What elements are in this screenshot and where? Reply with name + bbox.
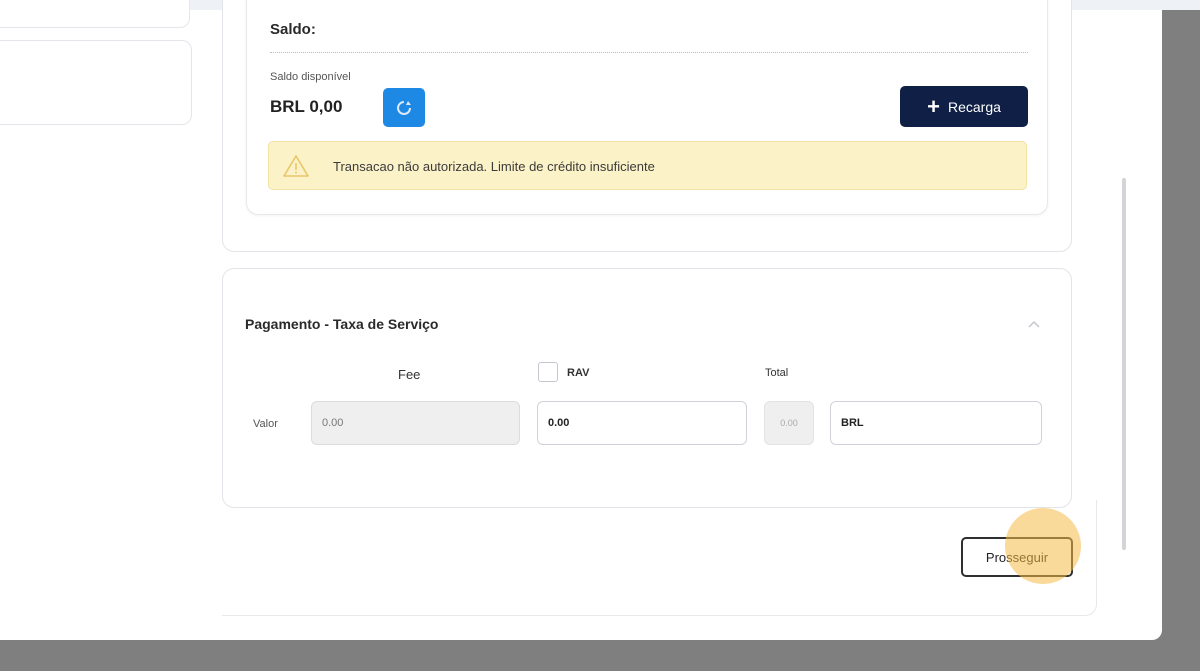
scrollbar[interactable] bbox=[1122, 178, 1126, 550]
warning-icon bbox=[283, 155, 309, 177]
screen-dim-bottom bbox=[0, 640, 1200, 671]
left-panel-card bbox=[0, 0, 190, 28]
rav-input[interactable] bbox=[537, 401, 747, 445]
recarga-button[interactable]: + Recarga bbox=[900, 86, 1028, 127]
screen-dim-right bbox=[1162, 10, 1200, 640]
available-balance-label: Saldo disponível bbox=[270, 71, 351, 83]
service-fee-payment-card bbox=[222, 268, 1072, 508]
refresh-icon bbox=[397, 100, 411, 115]
credit-limit-alert: Transacao não autorizada. Limite de créd… bbox=[268, 141, 1027, 190]
prosseguir-button[interactable]: Prosseguir bbox=[961, 537, 1073, 577]
refresh-balance-button[interactable] bbox=[383, 88, 425, 127]
left-panel-card bbox=[0, 40, 192, 125]
valor-label: Valor bbox=[253, 418, 278, 430]
total-column-header: Total bbox=[765, 367, 789, 379]
balance-title: Saldo: bbox=[270, 21, 316, 38]
chevron-up-icon[interactable] bbox=[1024, 314, 1044, 334]
rav-column-header: RAV bbox=[567, 367, 590, 379]
plus-icon: + bbox=[927, 93, 940, 119]
divider bbox=[270, 52, 1028, 53]
total-input bbox=[764, 401, 814, 445]
rav-checkbox[interactable] bbox=[538, 362, 558, 382]
service-fee-title: Pagamento - Taxa de Serviço bbox=[245, 316, 439, 332]
fee-column-header: Fee bbox=[398, 367, 421, 382]
recarga-label: Recarga bbox=[947, 98, 1001, 115]
alert-message: Transacao não autorizada. Limite de créd… bbox=[333, 159, 655, 174]
available-balance-value: BRL 0,00 bbox=[270, 97, 343, 116]
currency-input[interactable] bbox=[830, 401, 1042, 445]
fee-input bbox=[311, 401, 520, 445]
